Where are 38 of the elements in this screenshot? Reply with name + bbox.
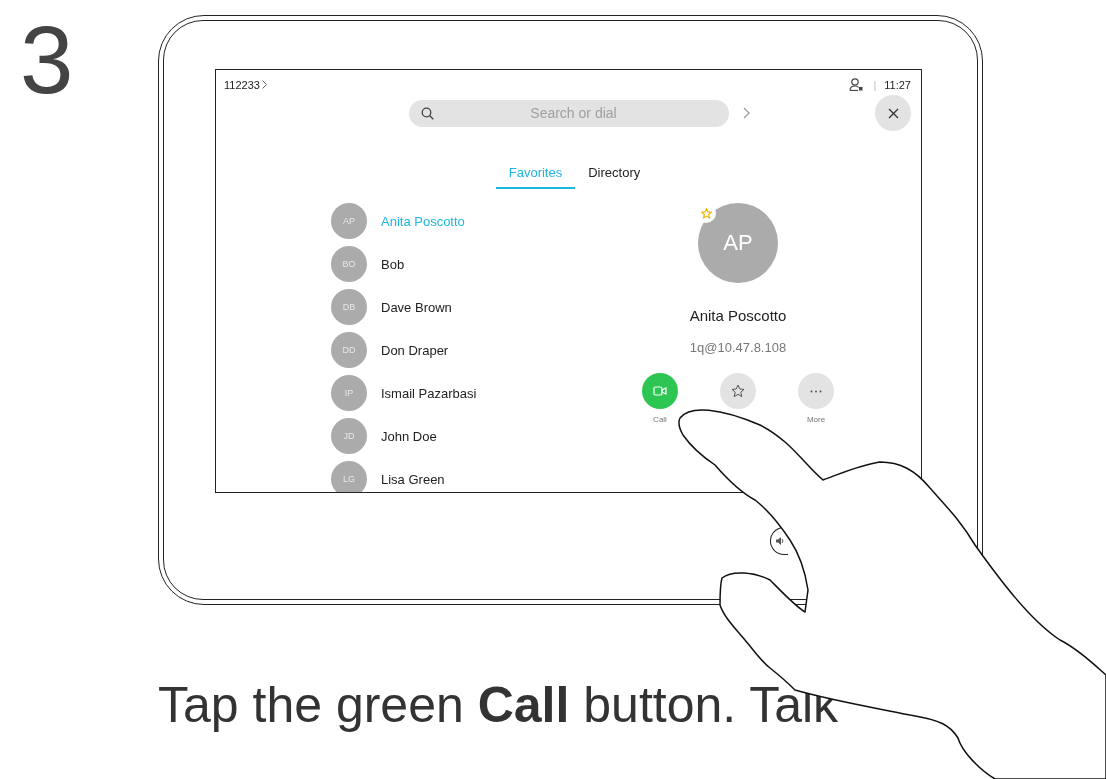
favorite-button[interactable] <box>720 373 756 409</box>
contact-address: 1q@10.47.8.108 <box>689 340 787 355</box>
star-icon <box>731 384 745 398</box>
tab[interactable]: Directory <box>575 161 654 189</box>
clock: 11:27 <box>884 78 911 91</box>
avatar: DD <box>331 332 367 368</box>
action-label: Call <box>653 415 667 424</box>
search-field[interactable]: Search or dial <box>408 99 729 127</box>
star-icon <box>700 207 712 219</box>
contact-name[interactable]: Ismail Pazarbasi <box>381 385 477 401</box>
search-icon <box>420 106 434 120</box>
contact-name[interactable]: Bob <box>381 256 405 272</box>
close-button[interactable] <box>875 95 911 131</box>
device-number: 112233 <box>224 78 260 91</box>
avatar: JD <box>331 418 367 454</box>
avatar: DB <box>331 289 367 325</box>
avatar: BO <box>331 246 367 282</box>
action-label: More <box>806 415 826 424</box>
call-button[interactable] <box>642 373 678 409</box>
avatar: LG <box>331 461 367 492</box>
speaker-icon <box>776 537 784 545</box>
avatar: IP <box>331 375 367 411</box>
contact-name[interactable]: Don Draper <box>381 342 449 358</box>
contact-name[interactable]: Dave Brown <box>381 299 452 315</box>
avatar: AP <box>331 203 367 239</box>
step-number: 3 <box>19 5 75 115</box>
user-icon <box>849 78 864 91</box>
volume-button[interactable] <box>770 527 788 555</box>
contact-name: Anita Poscotto <box>689 307 787 324</box>
contact-name[interactable]: Lisa Green <box>381 471 445 487</box>
contact-name[interactable]: John Doe <box>381 428 437 444</box>
more-icon <box>810 389 822 393</box>
chevron-icon <box>261 80 267 89</box>
video-camera-icon <box>653 386 667 396</box>
separator: | <box>873 78 877 91</box>
contact-avatar: AP <box>698 203 778 283</box>
chevron-icon[interactable] <box>742 107 750 119</box>
close-icon <box>887 107 899 119</box>
